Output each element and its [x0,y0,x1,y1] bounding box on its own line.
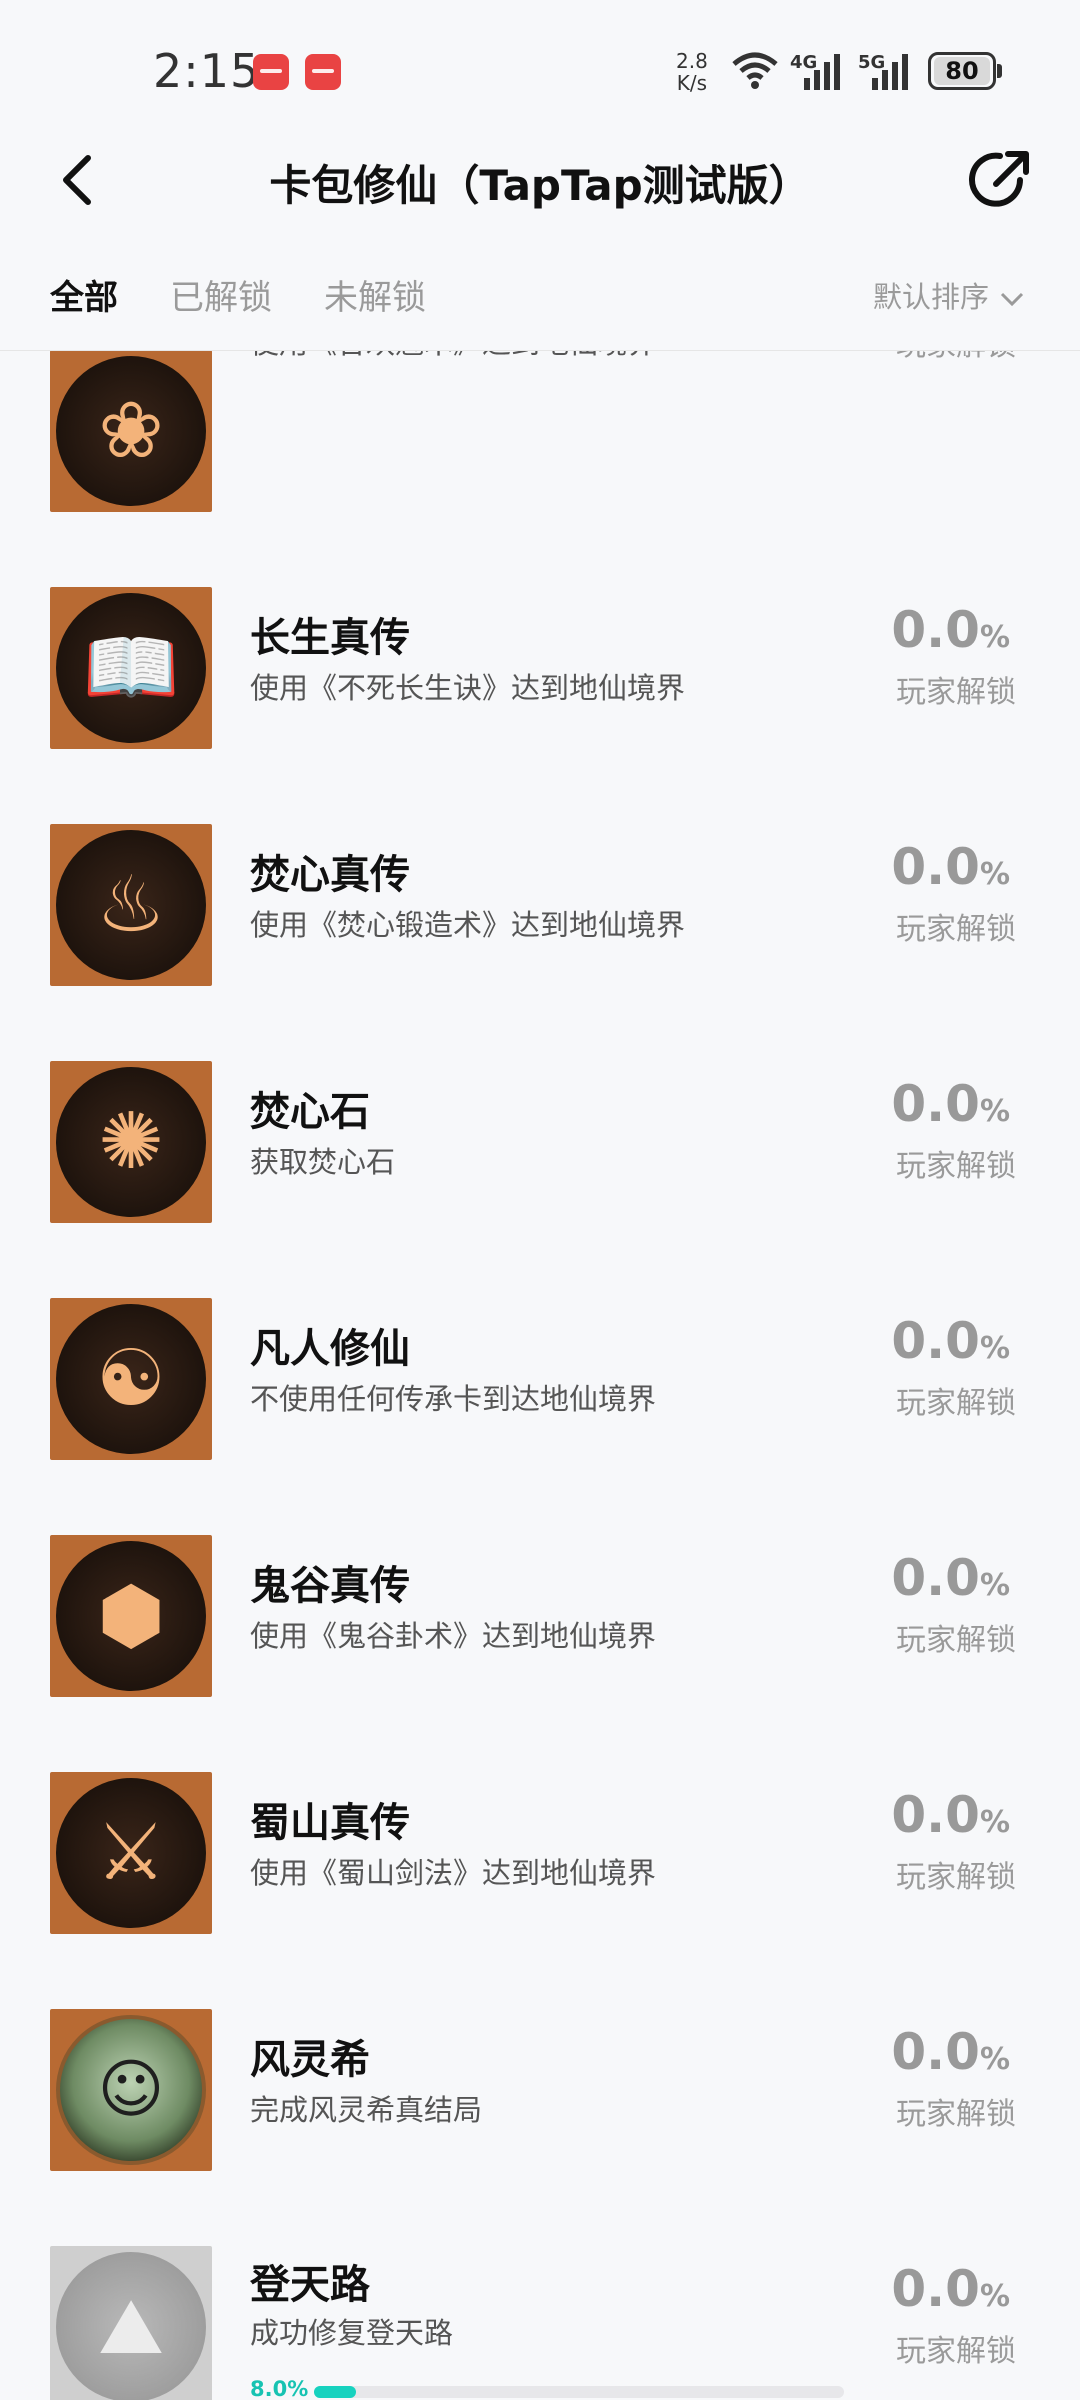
unlock-percent: 0.0% [891,2023,1010,2081]
achievement-name: 蜀山真传 [250,1800,410,1846]
unlock-label: 玩家解锁 [896,2334,1016,2369]
chevron-down-icon [1000,292,1024,307]
flame-stone-icon: ✺ [50,1061,212,1223]
achievement-name: 鬼谷真传 [250,1563,410,1609]
huawei-app-icon [305,54,341,90]
list-item[interactable]: ♨ 焚心真传 使用《焚心锻造术》达到地仙境界 0.0% 玩家解锁 [0,794,1080,1031]
list-item[interactable]: ✺ 焚心石 获取焚心石 0.0% 玩家解锁 [0,1031,1080,1268]
sort-label: 默认排序 [872,280,989,314]
mountain-icon: ⛰ [50,2246,212,2400]
progress-track [314,2386,844,2398]
unlock-percent: 0.0% [891,1075,1010,1133]
achievement-desc: 获取焚心石 [250,1145,396,1179]
achievement-desc: 完成风灵希真结局 [250,2093,483,2127]
cellular-signal-5g-icon: 5G [858,50,914,96]
unlock-percent: 0.0% [891,2260,1010,2318]
turtle-icon: ⬢ [50,1535,212,1697]
unlock-percent: 0.0% [891,601,1010,659]
unlock-label: 玩家解锁 [896,1860,1016,1895]
share-icon [969,151,1029,207]
battery-icon: 80 [928,52,1002,90]
sword-icon: ⚔ [50,1772,212,1934]
unlock-label: 玩家解锁 [896,351,1016,364]
sort-dropdown[interactable]: 默认排序 [873,274,1025,316]
achievement-list[interactable]: ❀ 使用《合欢魅术》达到地仙境界 玩家解锁 📖 长生真传 使用《不死长生诀》达到… [0,351,1080,2400]
status-time: 2:15 [153,44,261,98]
huawei-app-icon [253,54,289,90]
achievement-name: 风灵希 [250,2037,370,2083]
achievement-desc: 使用《鬼谷卦术》达到地仙境界 [250,1619,657,1653]
list-item[interactable]: ❀ 使用《合欢魅术》达到地仙境界 玩家解锁 [0,351,1080,557]
flame-forge-icon: ♨ [50,824,212,986]
list-item[interactable]: ⬢ 鬼谷真传 使用《鬼谷卦术》达到地仙境界 0.0% 玩家解锁 [0,1505,1080,1742]
achievement-desc: 不使用任何传承卡到达地仙境界 [250,1382,657,1416]
list-item[interactable]: ☯ 凡人修仙 不使用任何传承卡到达地仙境界 0.0% 玩家解锁 [0,1268,1080,1505]
portrait-icon: ☺ [50,2009,212,2171]
progress-label: 8.0% [250,2377,309,2400]
unlock-label: 玩家解锁 [896,912,1016,947]
tab-all[interactable]: 全部 [50,270,118,319]
unlock-label: 玩家解锁 [896,2097,1016,2132]
unlock-label: 玩家解锁 [896,1149,1016,1184]
unlock-percent: 0.0% [891,1312,1010,1370]
unlock-label: 玩家解锁 [896,1623,1016,1658]
header: 卡包修仙（TapTap测试版） [0,130,1080,230]
achievement-name: 凡人修仙 [250,1326,410,1372]
achievement-desc: 成功修复登天路 [250,2316,454,2350]
status-bar: 2:15 2.8 K/s 4G 5G 80 [0,0,1080,130]
mortal-icon: ☯ [50,1298,212,1460]
list-item[interactable]: ☺ 风灵希 完成风灵希真结局 0.0% 玩家解锁 [0,1979,1080,2216]
achievement-progress: 8.0% [250,2377,845,2400]
achievement-name: 登天路 [250,2262,370,2308]
unlock-label: 玩家解锁 [896,1386,1016,1421]
share-button[interactable] [960,140,1040,220]
progress-fill [314,2386,356,2398]
achievement-name: 焚心石 [250,1089,370,1135]
unlock-percent: 0.0% [891,838,1010,896]
achievement-name: 长生真传 [250,615,410,661]
tab-unlocked[interactable]: 已解锁 [170,270,272,319]
network-speed: 2.8 K/s [676,49,708,95]
achievement-desc: 使用《不死长生诀》达到地仙境界 [250,671,686,705]
list-item[interactable]: 📖 长生真传 使用《不死长生诀》达到地仙境界 0.0% 玩家解锁 [0,557,1080,794]
wifi-icon [732,52,778,89]
achievement-desc: 使用《蜀山剑法》达到地仙境界 [250,1856,657,1890]
lotus-icon: ❀ [50,351,212,512]
achievement-desc: 使用《合欢魅术》达到地仙境界 [250,351,656,362]
book-icon: 📖 [50,587,212,749]
list-item[interactable]: ⛰ 登天路 成功修复登天路 0.0% 玩家解锁 8.0% [0,2216,1080,2400]
filter-tabs: 全部 已解锁 未解锁 默认排序 [0,250,1080,351]
unlock-percent: 0.0% [891,1786,1010,1844]
page-title: 卡包修仙（TapTap测试版） [269,161,811,210]
cellular-signal-4g-icon: 4G [790,50,846,96]
unlock-percent: 0.0% [891,1549,1010,1607]
list-item[interactable]: ⚔ 蜀山真传 使用《蜀山剑法》达到地仙境界 0.0% 玩家解锁 [0,1742,1080,1979]
unlock-label: 玩家解锁 [896,675,1016,710]
achievement-name: 焚心真传 [250,852,410,898]
tab-locked[interactable]: 未解锁 [324,270,426,319]
achievement-desc: 使用《焚心锻造术》达到地仙境界 [250,908,686,942]
